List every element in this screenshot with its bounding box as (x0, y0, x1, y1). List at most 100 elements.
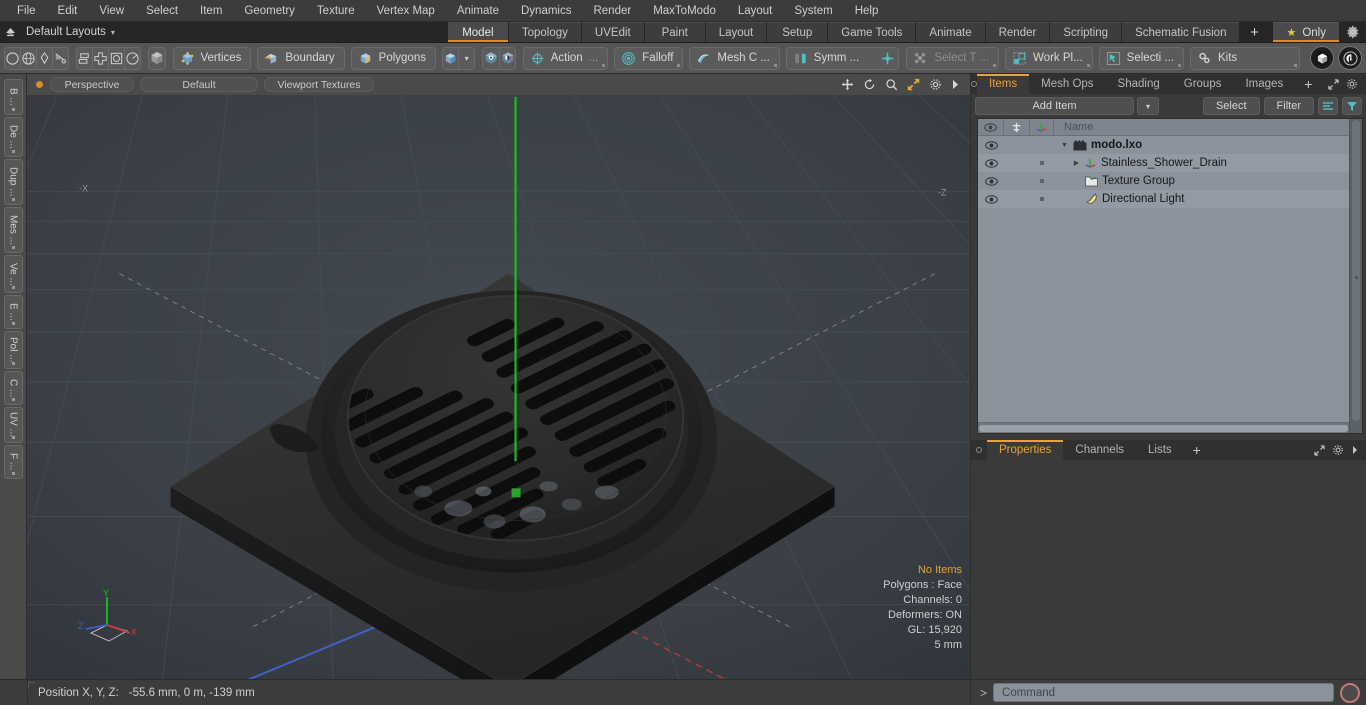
menu-item-dynamics[interactable]: Dynamics (510, 0, 582, 22)
item-list-vertical-scrollbar[interactable] (1349, 119, 1362, 433)
snapping-button[interactable]: Snapping (874, 48, 898, 69)
tab-items[interactable]: Items (977, 74, 1030, 94)
move-view-icon[interactable] (841, 78, 854, 91)
tab-animate[interactable]: Animate (916, 22, 985, 42)
tab-scripting[interactable]: Scripting (1050, 22, 1122, 42)
tab-render[interactable]: Render (985, 22, 1050, 42)
tab-properties[interactable]: Properties (987, 440, 1064, 460)
vtab-basic[interactable]: B ... (3, 79, 23, 115)
snap-cube-b-icon[interactable] (500, 47, 515, 69)
tab-uvedit[interactable]: UVEdit (581, 22, 644, 42)
item-list-horizontal-scrollbar[interactable] (978, 422, 1349, 433)
row-visibility-toggle[interactable] (978, 136, 1004, 154)
expand-icon[interactable] (1314, 444, 1325, 456)
menu-item-view[interactable]: View (88, 0, 135, 22)
expand-icon[interactable] (1328, 78, 1340, 90)
twirl-icon[interactable]: ▼ (1060, 142, 1069, 149)
table-row[interactable]: ▶ Stainless_Shower_Drain (978, 154, 1362, 172)
only-toggle-button[interactable]: ★ Only (1273, 22, 1339, 42)
menu-item-animate[interactable]: Animate (446, 0, 510, 22)
vtab-fusion[interactable]: F ... (3, 445, 23, 479)
circle-tool-icon[interactable] (5, 47, 21, 69)
menu-item-edit[interactable]: Edit (47, 0, 89, 22)
tab-layout[interactable]: Layout (705, 22, 767, 42)
add-item-dropdown[interactable]: ▾ (1136, 97, 1159, 115)
add-tab-button[interactable]: + (1240, 22, 1269, 42)
unreal-engine-logo-icon[interactable] (1338, 46, 1362, 70)
selection-set-button[interactable]: Selecti ... (1098, 46, 1184, 70)
gear-icon[interactable] (1346, 78, 1358, 90)
curve-tool-icon[interactable] (53, 47, 68, 69)
tab-mesh-ops[interactable]: Mesh Ops (1029, 74, 1106, 94)
boundary-mode-button[interactable]: Boundary (257, 46, 345, 70)
modo-logo-icon[interactable] (1310, 46, 1334, 70)
menu-item-maxtomodo[interactable]: MaxToModo (642, 0, 727, 22)
chevron-down-icon[interactable]: ▾ (458, 47, 475, 69)
row-visibility-toggle[interactable] (978, 154, 1004, 172)
vtab-curve[interactable]: C ... (3, 371, 23, 405)
select-button[interactable]: Select (1202, 97, 1260, 115)
tab-channels[interactable]: Channels (1063, 440, 1137, 460)
center-tool-icon[interactable] (92, 47, 109, 69)
row-name-cell[interactable]: ▼ modo.lxo (1054, 136, 1362, 154)
falloff-button[interactable]: Falloff (614, 46, 684, 70)
row-axis-toggle[interactable] (1030, 190, 1054, 208)
action-center-button[interactable]: Action ... (522, 46, 609, 70)
row-lock-toggle[interactable] (1004, 136, 1030, 154)
tab-shading[interactable]: Shading (1105, 74, 1172, 94)
shading-mode-dropdown[interactable]: Viewport Textures (264, 77, 374, 92)
tab-lists[interactable]: Lists (1136, 440, 1184, 460)
menu-item-item[interactable]: Item (189, 0, 233, 22)
bound-tool-icon[interactable] (108, 47, 125, 69)
row-lock-toggle[interactable] (1004, 154, 1030, 172)
kits-button[interactable]: Kits (1190, 46, 1300, 70)
chevron-right-icon[interactable] (951, 79, 960, 90)
table-row[interactable]: Directional Light (978, 190, 1362, 208)
vtab-deform[interactable]: De ... (3, 117, 23, 157)
list-options-icon[interactable] (1318, 97, 1338, 115)
table-row[interactable]: Texture Group (978, 172, 1362, 190)
tab-topology[interactable]: Topology (508, 22, 581, 42)
row-name-cell[interactable]: Texture Group (1054, 172, 1362, 190)
mesh-constraint-button[interactable]: Mesh C ... (689, 46, 780, 70)
menu-item-file[interactable]: File (6, 0, 47, 22)
tab-schematic-fusion[interactable]: Schematic Fusion (1122, 22, 1240, 42)
tab-groups[interactable]: Groups (1171, 74, 1234, 94)
row-axis-toggle[interactable] (1030, 136, 1054, 154)
row-lock-toggle[interactable] (1004, 190, 1030, 208)
record-icon[interactable] (1340, 682, 1360, 703)
gear-icon[interactable] (1332, 444, 1344, 456)
radial-tool-icon[interactable] (124, 47, 140, 69)
tab-images[interactable]: Images (1233, 74, 1296, 94)
menu-item-layout[interactable]: Layout (727, 0, 784, 22)
symmetry-button[interactable]: Symm ... (787, 48, 868, 69)
add-panel-tab-button[interactable]: + (1295, 74, 1322, 94)
tab-paint[interactable]: Paint (644, 22, 705, 42)
gear-icon[interactable] (929, 78, 942, 91)
row-visibility-toggle[interactable] (978, 190, 1004, 208)
menu-item-help[interactable]: Help (844, 0, 890, 22)
menu-item-system[interactable]: System (783, 0, 843, 22)
view-mode-dropdown[interactable]: Perspective (50, 77, 134, 92)
vtab-edge[interactable]: E ... (3, 295, 23, 329)
fit-view-icon[interactable] (907, 78, 920, 91)
vtab-vertex[interactable]: Ve ... (3, 255, 23, 293)
rotate-view-icon[interactable] (863, 78, 876, 91)
add-item-button[interactable]: Add Item (975, 97, 1134, 115)
select-through-button[interactable]: Select T ... (906, 46, 1000, 70)
menu-item-render[interactable]: Render (582, 0, 642, 22)
gear-icon[interactable] (1340, 22, 1366, 42)
vtab-polygon[interactable]: Pol ... (3, 331, 23, 369)
vtab-mesh-edit[interactable]: Mes ... (3, 207, 23, 253)
pen-tool-icon[interactable] (37, 47, 53, 69)
twirl-icon[interactable]: ▶ (1072, 159, 1081, 167)
item-tree-list[interactable]: Name ▼ modo.lxo ▶ Stainless_Shower_Drain… (977, 118, 1363, 434)
row-lock-toggle[interactable] (1004, 172, 1030, 190)
vtab-duplicate[interactable]: Dup ... (3, 159, 23, 205)
cube-shaded-icon[interactable] (147, 46, 166, 70)
row-visibility-toggle[interactable] (978, 172, 1004, 190)
cube-element-icon[interactable] (442, 47, 459, 69)
work-plane-button[interactable]: Work Pl... (1005, 46, 1093, 70)
viewport-3d-canvas[interactable]: -X -Z Y X Z No Items Polygons: Face Cha… (27, 95, 970, 679)
menu-item-texture[interactable]: Texture (306, 0, 366, 22)
